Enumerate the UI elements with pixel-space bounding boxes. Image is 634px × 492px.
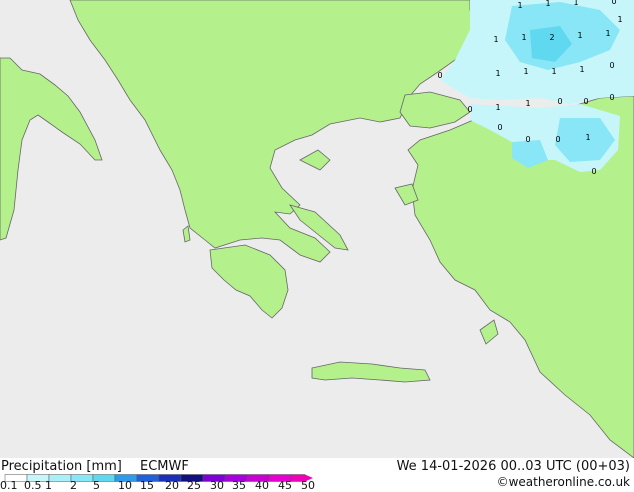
precip-value-label: 0 (609, 61, 614, 70)
legend-tick: 1 (45, 479, 52, 492)
precip-value-label: 1 (495, 103, 500, 112)
precip-value-label: 1 (573, 0, 578, 7)
precip-value-label: 0 (591, 167, 596, 176)
precip-value-label: 0 (467, 105, 472, 114)
legend-tick: 45 (278, 479, 292, 492)
legend-tick: 10 (118, 479, 132, 492)
precip-value-label: 1 (495, 69, 500, 78)
precip-value-label: 1 (605, 29, 610, 38)
precip-value-label: 1 (579, 65, 584, 74)
legend-tick: 5 (93, 479, 100, 492)
precip-value-label: 0 (555, 135, 560, 144)
precip-value-label: 1 (525, 99, 530, 108)
precip-value-label: 1 (577, 31, 582, 40)
credit-link[interactable]: ©weatheronline.co.uk (497, 475, 630, 489)
footer: Precipitation [mm] ECMWF We 14-01-2026 0… (0, 458, 634, 492)
precip-value-label: 0 (611, 0, 616, 6)
legend-tick: 0.5 (24, 479, 42, 492)
precip-value-label: 1 (617, 15, 622, 24)
legend-tick: 20 (165, 479, 179, 492)
precip-value-label: 1 (523, 67, 528, 76)
precip-value-label: 1 (545, 0, 550, 8)
legend-tick: 35 (232, 479, 246, 492)
legend-tick: 15 (140, 479, 154, 492)
precip-value-label: 0 (525, 135, 530, 144)
valid-time: We 14-01-2026 00..03 UTC (00+03) (396, 459, 630, 474)
legend-tick: 25 (187, 479, 201, 492)
legend-swatch (48, 474, 72, 482)
precip-value-label: 1 (585, 133, 590, 142)
precipitation-map[interactable]: 111112111111111000000000010 (0, 0, 634, 459)
legend-tick: 0.1 (0, 479, 18, 492)
precip-value-label: 0 (583, 97, 588, 106)
legend-tick: 50 (301, 479, 315, 492)
map-canvas: 1 1 11 1 2 1 11 1 1 11 11000 0 00 000010 (0, 0, 634, 459)
precip-value-label: 0 (437, 71, 442, 80)
precip-value-label: 0 (557, 97, 562, 106)
legend-tick: 30 (210, 479, 224, 492)
precip-value-label: 2 (549, 33, 554, 42)
title-label: Precipitation [mm] (1, 459, 122, 474)
legend-tick: 2 (70, 479, 77, 492)
precip-value-label: 1 (517, 1, 522, 10)
precip-value-label: 1 (521, 33, 526, 42)
model-label: ECMWF (140, 459, 189, 474)
precip-value-label: 1 (551, 67, 556, 76)
precip-value-label: 0 (609, 93, 614, 102)
precip-value-label: 1 (493, 35, 498, 44)
legend-tick: 40 (255, 479, 269, 492)
precip-value-label: 0 (497, 123, 502, 132)
